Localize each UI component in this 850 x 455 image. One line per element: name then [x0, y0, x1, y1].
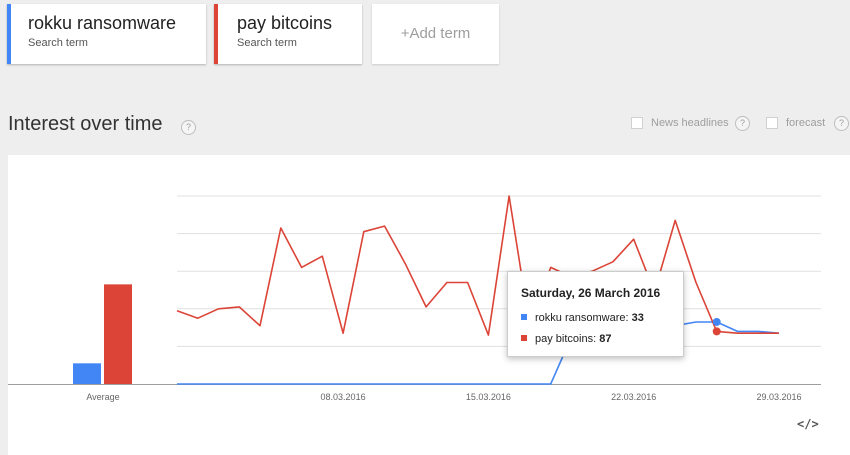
highlight-point: [712, 327, 721, 336]
embed-code-icon[interactable]: </>: [797, 417, 819, 431]
series-line: [176, 195, 779, 336]
tooltip-series-value: 87: [599, 333, 612, 345]
tooltip-row: rokku ransomware: 33: [521, 312, 644, 324]
average-label: Average: [86, 392, 119, 402]
average-bar: [104, 284, 132, 384]
x-tick-label: 08.03.2016: [321, 392, 366, 402]
average-bar: [73, 363, 101, 384]
tooltip-series-label: rokku ransomware:: [535, 312, 629, 324]
series-line: [177, 321, 780, 385]
legend-swatch: [521, 314, 527, 321]
highlight-point: [712, 317, 721, 326]
interest-over-time-chart: Average 08.03.2016 15.03.2016 22.03.2016 29.…: [8, 195, 821, 402]
tooltip-row: pay bitcoins: 87: [521, 333, 611, 345]
x-tick-label: 22.03.2016: [611, 392, 656, 402]
tooltip-series-label: pay bitcoins:: [535, 333, 597, 345]
tooltip-date: Saturday, 26 March 2016: [521, 286, 661, 300]
x-tick-label: 29.03.2016: [756, 392, 801, 402]
legend-swatch: [521, 335, 527, 342]
x-tick-label: 15.03.2016: [466, 392, 511, 402]
tooltip-series-value: 33: [631, 312, 644, 324]
chart-tooltip: Saturday, 26 March 2016 rokku ransomware…: [507, 271, 684, 357]
